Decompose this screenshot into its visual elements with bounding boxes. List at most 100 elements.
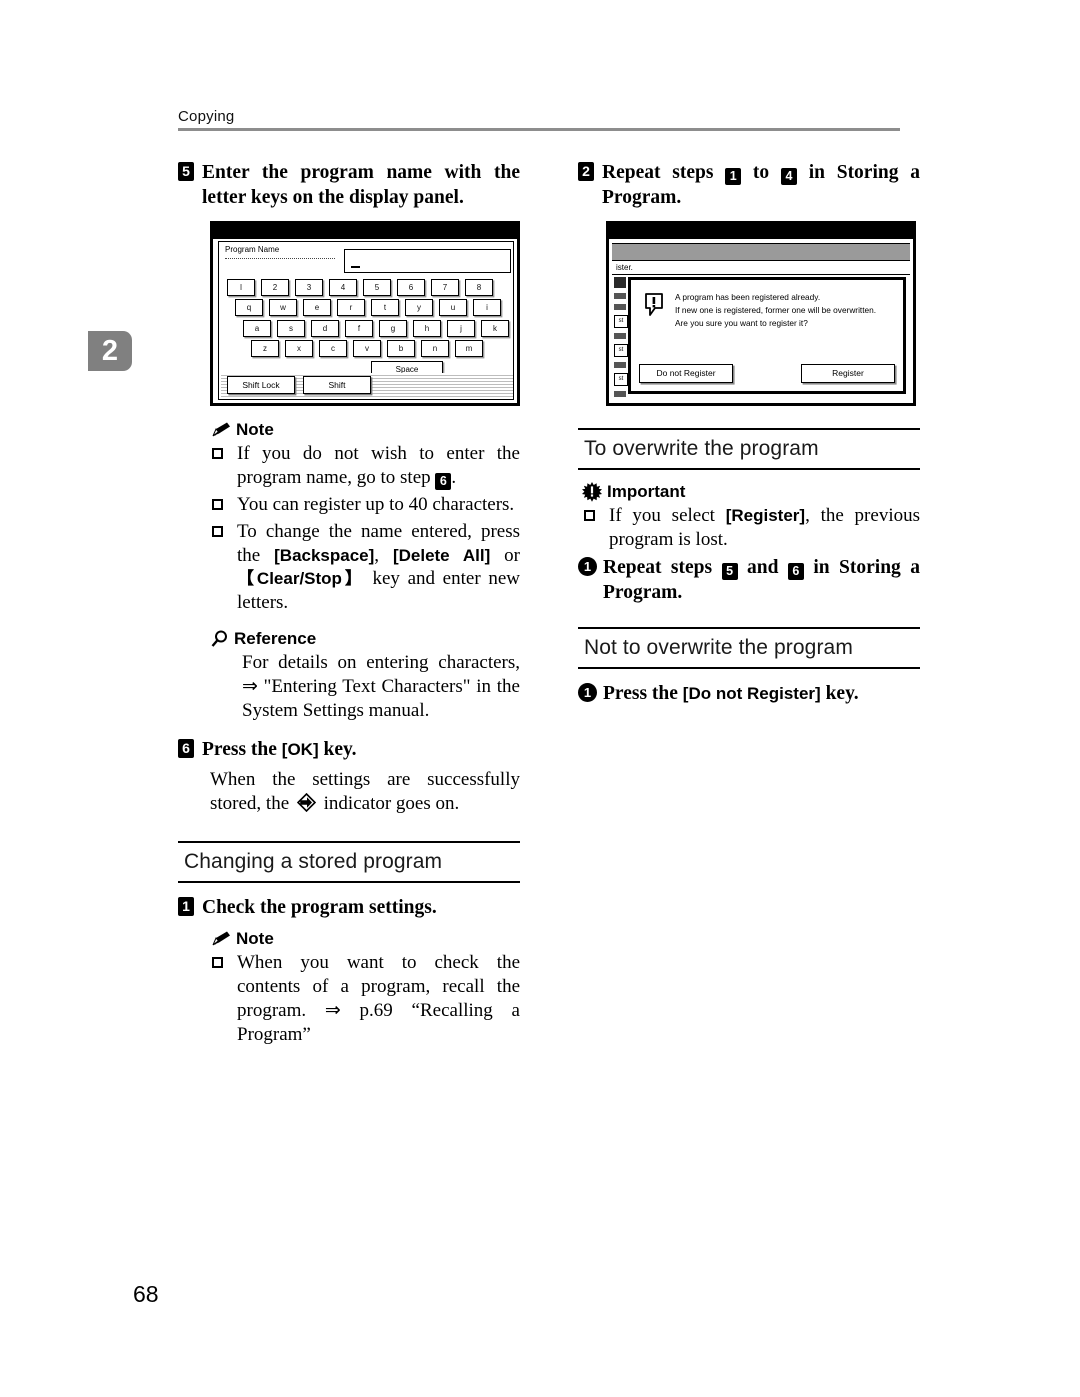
screen-title-band	[612, 242, 910, 261]
important-callout: Important If you select [Register], the …	[578, 481, 920, 606]
program-indicator-icon	[296, 793, 317, 819]
document-page: Copying 2 5 Enter the program name with …	[0, 0, 1080, 1397]
section-rule-bottom	[578, 467, 920, 470]
key[interactable]: t	[371, 299, 399, 317]
step-6-body-post: indicator goes on.	[318, 793, 460, 815]
note-label: Note	[236, 928, 274, 948]
section-rule-bottom	[178, 881, 520, 884]
key[interactable]: 4	[329, 278, 357, 296]
lcd-top-bar	[213, 223, 517, 239]
confirmation-dialog: A program has been registered already. I…	[628, 276, 906, 394]
shift-key[interactable]: Shift	[303, 375, 371, 394]
bullet-square-icon	[212, 447, 223, 459]
shift-lock-key[interactable]: Shift Lock	[227, 375, 295, 394]
key[interactable]: e	[303, 299, 331, 317]
key[interactable]: 2	[261, 278, 289, 296]
key[interactable]: r	[337, 299, 365, 317]
not-overwrite-step-1-heading: 1 Press the [Do not Register] key.	[578, 681, 920, 706]
text-caret	[351, 265, 360, 268]
register-key-label: [Register]	[725, 505, 806, 525]
pencil-icon	[210, 422, 231, 438]
step-6-post: key.	[318, 739, 357, 761]
keyboard-row-3: a s d f g h j k	[221, 319, 513, 338]
delete-all-key-label: [Delete All]	[392, 545, 491, 565]
right-column: 2 Repeat steps 1 to 4 in Storing a Progr…	[578, 160, 920, 713]
note-item: You can register up to 40 characters.	[210, 493, 520, 517]
note-callout-2: Note When you want to check the contents…	[210, 929, 520, 1047]
do-not-register-key-label: [Do not Register]	[682, 684, 821, 704]
key[interactable]: b	[387, 340, 415, 358]
section-title: To overwrite the program	[584, 436, 819, 460]
dialog-screen: ister. st st st A program has been regis…	[612, 240, 910, 400]
step-number-badge: 2	[578, 162, 594, 181]
key[interactable]: a	[243, 319, 271, 337]
key[interactable]: q	[235, 299, 263, 317]
key[interactable]: d	[311, 319, 339, 337]
sidebar-chip	[614, 390, 626, 397]
program-name-input[interactable]	[344, 248, 511, 273]
key[interactable]: l	[227, 278, 255, 296]
header-title: Copying	[178, 108, 235, 125]
note-item-text-2: ,	[374, 544, 393, 566]
page-number: 68	[133, 1281, 159, 1307]
bullet-square-icon	[212, 498, 223, 510]
note-callout-1: Note If you do not wish to enter the pro…	[210, 420, 520, 616]
key[interactable]: z	[251, 340, 279, 358]
key[interactable]: v	[353, 340, 381, 358]
do-not-register-button[interactable]: Do not Register	[639, 363, 733, 383]
note-item-text-post: .	[451, 466, 457, 488]
key[interactable]: x	[285, 340, 313, 358]
key[interactable]: m	[455, 340, 483, 358]
key[interactable]: 3	[295, 278, 323, 296]
note-item: If you do not wish to enter the program …	[210, 442, 520, 490]
not-overwrite-section: Not to overwrite the program 1 Press the…	[578, 627, 920, 706]
key[interactable]: w	[269, 299, 297, 317]
step-6-pre: Press the	[202, 739, 282, 761]
header-rule	[178, 128, 900, 131]
note-heading: Note	[210, 929, 520, 949]
key[interactable]: 7	[431, 278, 459, 296]
important-heading: Important	[582, 481, 920, 502]
key[interactable]: i	[473, 299, 501, 317]
dotted-rule	[225, 257, 335, 259]
step-2-t1: Repeat steps	[602, 162, 726, 183]
key[interactable]: s	[277, 319, 305, 337]
key[interactable]: n	[421, 340, 449, 358]
key[interactable]: u	[439, 299, 467, 317]
key[interactable]: j	[447, 319, 475, 337]
key[interactable]: c	[319, 340, 347, 358]
key[interactable]: f	[345, 319, 373, 337]
key[interactable]: k	[481, 319, 509, 337]
step-ref-badge: 6	[787, 562, 804, 580]
changing-step-1-heading: 1 Check the program settings.	[178, 895, 520, 920]
key[interactable]: 5	[363, 278, 391, 296]
pencil-icon	[210, 931, 231, 947]
step-ref-badge: 1	[725, 168, 742, 185]
sidebar-chip	[614, 361, 626, 368]
note-item-text-pre: If you do not wish to enter the program …	[237, 442, 520, 488]
note-bullet-list: If you do not wish to enter the program …	[210, 442, 520, 616]
magnifier-icon	[210, 630, 229, 648]
sidebar-chip	[614, 292, 626, 299]
key[interactable]: 6	[397, 278, 425, 296]
key[interactable]: h	[413, 319, 441, 337]
dialog-figure: ister. st st st A program has been regis…	[606, 220, 920, 406]
running-header: Copying	[178, 108, 900, 131]
step-5-heading: 5 Enter the program name with the letter…	[178, 160, 520, 211]
reference-label: Reference	[234, 629, 317, 649]
key[interactable]: y	[405, 299, 433, 317]
program-name-label: Program Name	[225, 244, 280, 254]
sidebar-chip	[614, 276, 626, 288]
step-2-text: Repeat steps 1 to 4 in Storing a Program…	[602, 160, 920, 211]
key[interactable]: g	[379, 319, 407, 337]
keyboard-screen: Program Name l 2 3 4 5 6 7 8 q w e r t y…	[218, 240, 514, 400]
step-6-text: Press the [OK] key.	[202, 737, 520, 762]
important-label: Important	[607, 481, 686, 501]
step-number-circle-badge: 1	[578, 683, 597, 703]
register-button[interactable]: Register	[801, 363, 895, 383]
important-item-pre: If you select	[609, 504, 726, 526]
key[interactable]: 8	[465, 278, 493, 296]
clear-stop-key-label: 【Clear/Stop】	[237, 569, 365, 589]
background-text: ister.	[616, 262, 633, 272]
left-column: 5 Enter the program name with the letter…	[178, 160, 520, 1049]
